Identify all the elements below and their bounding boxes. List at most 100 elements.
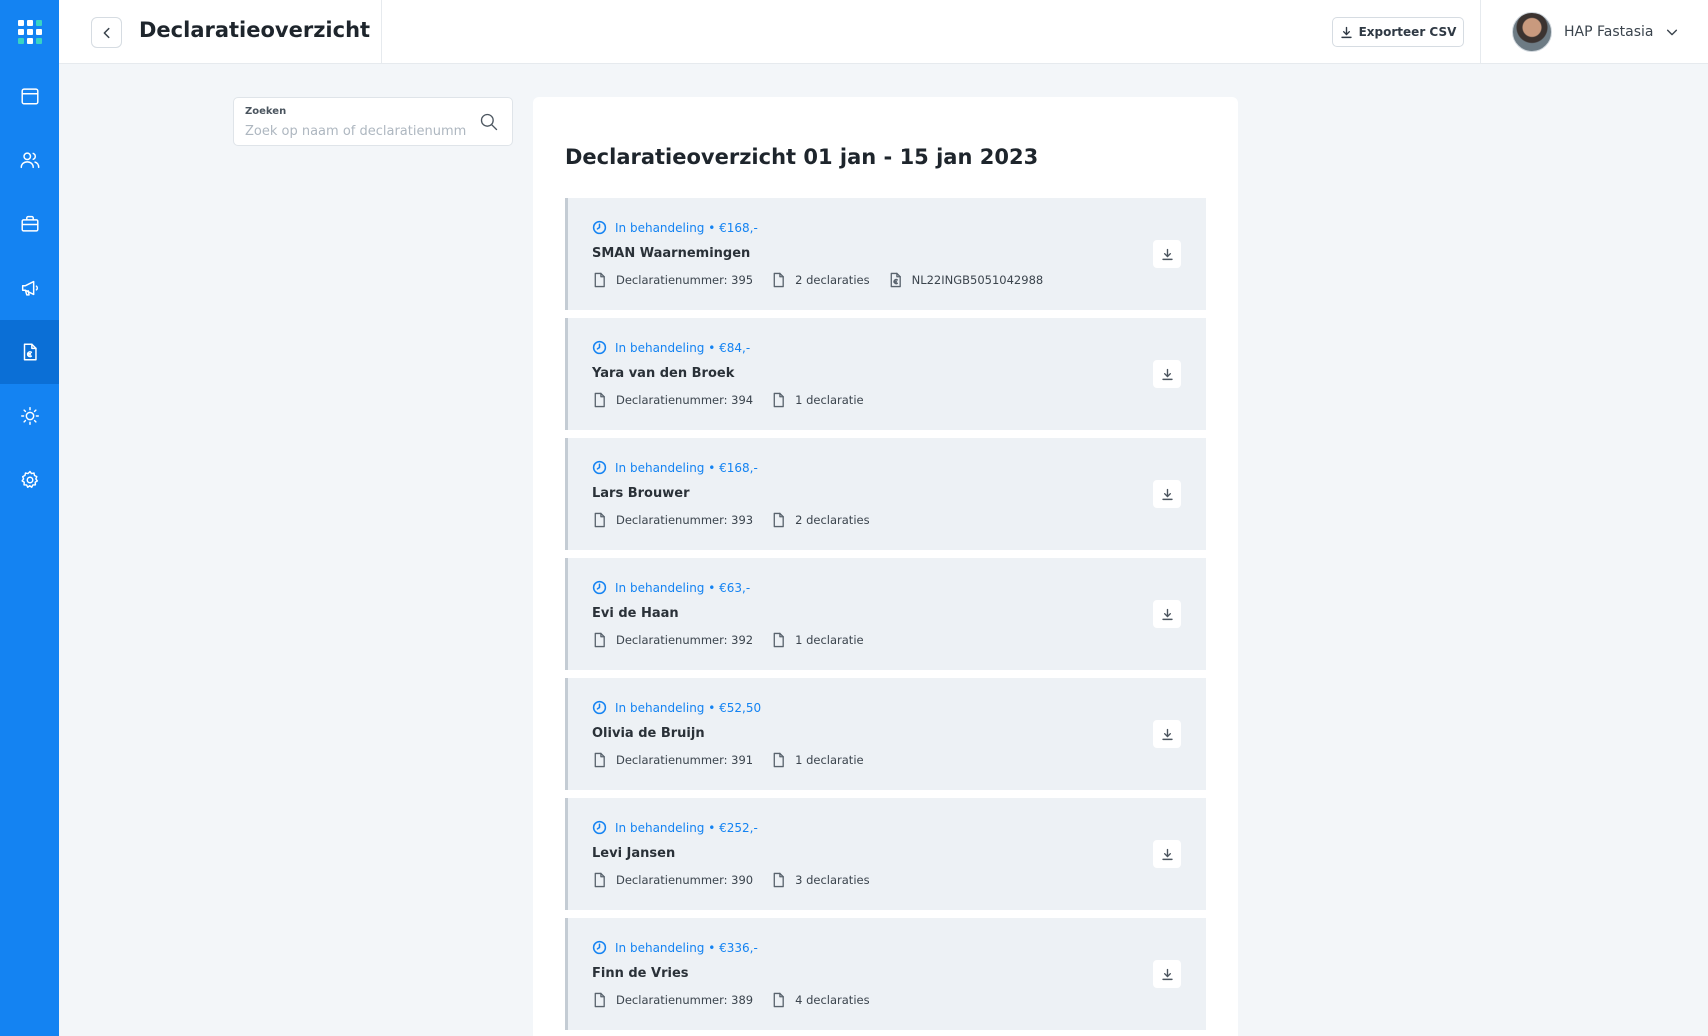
declarant-name: Yara van den Broek	[592, 366, 735, 381]
declaration-count-label: 2 declaraties	[795, 273, 870, 287]
back-button[interactable]	[91, 17, 122, 48]
declaration-list: In behandeling • €168,- SMAN Waarnemingen…	[565, 198, 1206, 1036]
status-badge: In behandeling • €168,-	[592, 460, 758, 475]
declaration-number: Declaratienummer: 394	[592, 392, 753, 408]
users-icon	[20, 152, 39, 169]
status-label: In behandeling • €336,-	[615, 940, 758, 955]
app-grid-logo[interactable]	[0, 0, 59, 64]
declaration-number-label: Declaratienummer: 389	[616, 993, 754, 1007]
declaration-meta: Declaratienummer: 395 2 declaraties NL22IN…	[592, 272, 1061, 288]
iban: NL22INGB5051042988	[888, 272, 1043, 288]
status-label: In behandeling • €52,50	[615, 700, 762, 715]
declaration-card[interactable]: In behandeling • €168,- Lars Brouwer Decla…	[565, 438, 1206, 550]
header-divider	[1480, 0, 1481, 64]
status-label: In behandeling • €63,-	[615, 580, 751, 595]
panel-title: Declaratieoverzicht 01 jan - 15 jan 2023	[565, 145, 1039, 169]
sidebar	[0, 0, 59, 1036]
search-box: Zoeken	[233, 97, 513, 146]
declaration-number-label: Declaratienummer: 394	[616, 393, 754, 407]
declaration-number-label: Declaratienummer: 390	[616, 873, 754, 887]
page-title: Declaratieoverzicht	[139, 18, 371, 42]
declaration-count: 1 declaratie	[771, 392, 864, 408]
search-input[interactable]	[245, 122, 467, 140]
declaration-number-label: Declaratienummer: 395	[616, 273, 754, 287]
download-icon	[1161, 488, 1173, 500]
download-button[interactable]	[1153, 480, 1181, 508]
download-button[interactable]	[1153, 240, 1181, 268]
download-button[interactable]	[1153, 960, 1181, 988]
declaration-number-label: Declaratienummer: 391	[616, 753, 754, 767]
declaration-card[interactable]: In behandeling • €52,50 Olivia de Bruijn D…	[565, 678, 1206, 790]
declaration-count-label: 3 declaraties	[795, 873, 870, 887]
declaration-count-label: 2 declaraties	[795, 513, 870, 527]
status-badge: In behandeling • €168,-	[592, 220, 758, 235]
clock-icon	[592, 580, 607, 595]
declaration-count: 2 declaraties	[771, 512, 870, 528]
user-menu[interactable]: HAP Fastasia	[1512, 12, 1679, 52]
status-badge: In behandeling • €252,-	[592, 820, 758, 835]
declaration-count-label: 4 declaraties	[795, 993, 870, 1007]
declaration-count-label: 1 declaratie	[795, 633, 864, 647]
declaration-card[interactable]: In behandeling • €336,- Finn de Vries Decl…	[565, 918, 1206, 1030]
declaration-count: 1 declaratie	[771, 632, 864, 648]
document-icon	[594, 752, 605, 768]
declaration-count: 2 declaraties	[771, 272, 870, 288]
clock-icon	[592, 700, 607, 715]
document-icon	[773, 512, 784, 528]
sidebar-item-theme[interactable]	[0, 384, 59, 448]
euro-document-icon	[890, 272, 901, 288]
declaration-number: Declaratienummer: 390	[592, 872, 753, 888]
document-icon	[773, 392, 784, 408]
gear-icon	[20, 470, 38, 488]
top-header: Declaratieoverzicht Exporteer CSV HAP Fa…	[59, 0, 1708, 64]
declaration-card[interactable]: In behandeling • €84,- Yara van den Broek…	[565, 318, 1206, 430]
search-icon[interactable]	[479, 112, 499, 132]
declaration-number-label: Declaratienummer: 393	[616, 513, 754, 527]
download-button[interactable]	[1153, 360, 1181, 388]
document-icon	[594, 872, 605, 888]
sidebar-item-briefcase[interactable]	[0, 192, 59, 256]
declaration-number: Declaratienummer: 392	[592, 632, 753, 648]
chevron-left-icon	[103, 27, 110, 38]
sidebar-item-calendar[interactable]	[0, 64, 59, 128]
sidebar-item-declarations[interactable]	[0, 320, 59, 384]
avatar	[1512, 12, 1552, 52]
invoice-icon	[23, 343, 37, 361]
download-button[interactable]	[1153, 840, 1181, 868]
declaration-count-label: 1 declaratie	[795, 393, 864, 407]
status-badge: In behandeling • €84,-	[592, 340, 750, 355]
download-icon	[1161, 248, 1173, 260]
declaration-number-label: Declaratienummer: 392	[616, 633, 754, 647]
document-icon	[773, 272, 784, 288]
status-label: In behandeling • €168,-	[615, 220, 758, 235]
declaration-count: 3 declaraties	[771, 872, 870, 888]
export-csv-label: Exporteer CSV	[1358, 25, 1457, 39]
status-label: In behandeling • €168,-	[615, 460, 758, 475]
sidebar-item-users[interactable]	[0, 128, 59, 192]
calendar-icon	[20, 88, 39, 105]
declaration-number: Declaratienummer: 395	[592, 272, 753, 288]
declaration-meta: Declaratienummer: 390 3 declaraties	[592, 872, 888, 888]
export-csv-button[interactable]: Exporteer CSV	[1332, 17, 1464, 47]
declaration-number: Declaratienummer: 391	[592, 752, 753, 768]
declarant-name: Olivia de Bruijn	[592, 726, 705, 741]
status-label: In behandeling • €84,-	[615, 340, 751, 355]
download-icon	[1161, 968, 1173, 980]
declarant-name: SMAN Waarnemingen	[592, 246, 751, 261]
document-icon	[594, 632, 605, 648]
clock-icon	[592, 460, 607, 475]
declaration-card[interactable]: In behandeling • €63,- Evi de Haan Declara…	[565, 558, 1206, 670]
declaration-card[interactable]: In behandeling • €168,- SMAN Waarnemingen…	[565, 198, 1206, 310]
sidebar-item-announcements[interactable]	[0, 256, 59, 320]
clock-icon	[592, 220, 607, 235]
download-button[interactable]	[1153, 720, 1181, 748]
declaration-count: 4 declaraties	[771, 992, 870, 1008]
status-badge: In behandeling • €63,-	[592, 580, 750, 595]
document-icon	[773, 992, 784, 1008]
declaration-meta: Declaratienummer: 394 1 declaratie	[592, 392, 882, 408]
download-button[interactable]	[1153, 600, 1181, 628]
declaration-meta: Declaratienummer: 389 4 declaraties	[592, 992, 888, 1008]
chevron-down-icon	[1667, 29, 1678, 36]
sidebar-item-settings[interactable]	[0, 448, 59, 512]
declaration-card[interactable]: In behandeling • €252,- Levi Jansen Declar…	[565, 798, 1206, 910]
